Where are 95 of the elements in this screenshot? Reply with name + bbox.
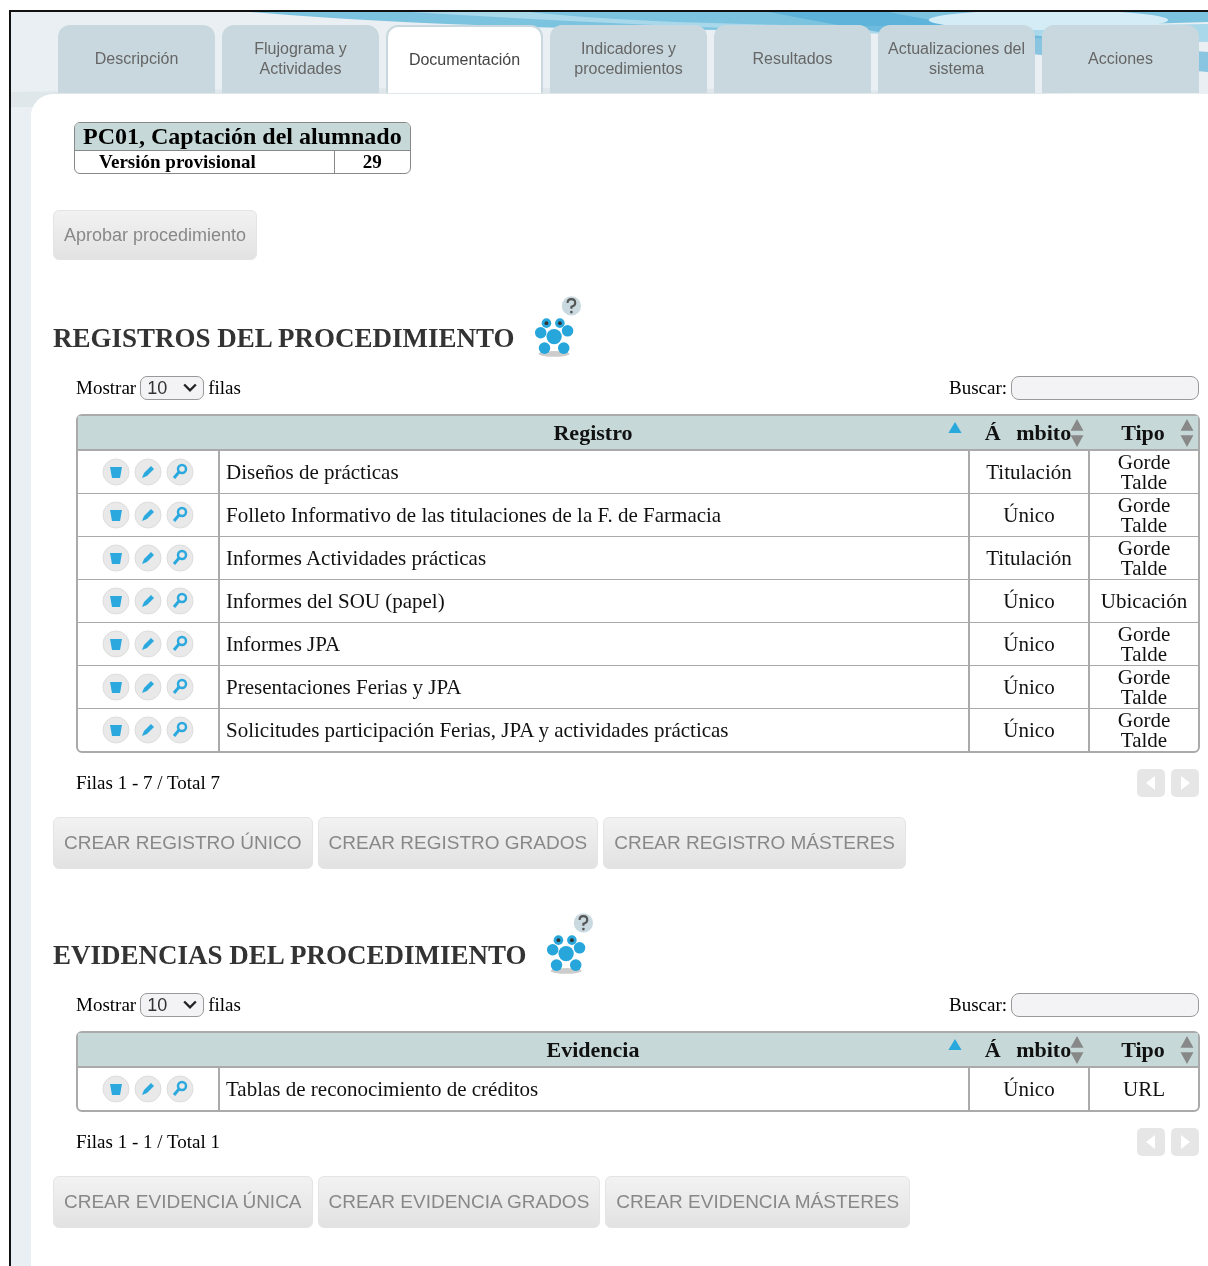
- column-header[interactable]: Evidencia: [218, 1033, 968, 1068]
- delete-icon[interactable]: [102, 587, 130, 615]
- table-cell: Gorde Talde: [1088, 493, 1198, 536]
- tab[interactable]: Resultados: [714, 25, 871, 93]
- version-label: Versión provisional: [75, 151, 335, 173]
- create-button[interactable]: CREAR REGISTRO ÚNICO: [53, 817, 313, 869]
- tab[interactable]: Flujograma y Actividades: [222, 25, 379, 93]
- column-header[interactable]: Á mbito: [968, 1033, 1088, 1068]
- edit-icon[interactable]: [134, 587, 162, 615]
- create-button[interactable]: CREAR REGISTRO MÁSTERES: [603, 817, 906, 869]
- search-label: Buscar:: [948, 994, 1007, 1016]
- delete-icon[interactable]: [102, 458, 130, 486]
- search-label: Buscar:: [948, 377, 1007, 399]
- delete-icon[interactable]: [102, 1075, 130, 1103]
- search-icon[interactable]: [166, 630, 194, 658]
- search-icon[interactable]: [166, 544, 194, 572]
- table-cell: Único: [968, 579, 1088, 622]
- show-label: Mostrar: [76, 377, 137, 399]
- edit-icon[interactable]: [134, 544, 162, 572]
- table-cell: Presentaciones Ferias y JPA: [218, 665, 968, 708]
- sort-icon[interactable]: [1070, 419, 1084, 447]
- tab[interactable]: Indicadores y procedimientos: [550, 25, 707, 93]
- table-cell: Informes del SOU (papel): [218, 579, 968, 622]
- table-cell: Gorde Talde: [1088, 451, 1198, 493]
- version-number: 29: [361, 151, 383, 173]
- rows-label: filas: [208, 994, 241, 1016]
- create-button[interactable]: CREAR REGISTRO GRADOS: [317, 817, 599, 869]
- column-header[interactable]: Á mbito: [968, 416, 1088, 451]
- delete-icon[interactable]: [102, 501, 130, 529]
- rows-info: Filas 1 - 7 / Total 7: [76, 772, 220, 794]
- edit-icon[interactable]: [134, 458, 162, 486]
- table-cell: Único: [968, 622, 1088, 665]
- search-icon[interactable]: [166, 673, 194, 701]
- search-field[interactable]: [1011, 993, 1199, 1017]
- table-cell: Solicitudes participación Ferias, JPA y actividades prácticas: [218, 708, 968, 751]
- help-mascot-icon[interactable]: [532, 296, 581, 358]
- edit-icon[interactable]: [134, 1075, 162, 1103]
- approve-button[interactable]: Aprobar procedimiento: [53, 210, 258, 260]
- table-cell: Diseños de prácticas: [218, 451, 968, 493]
- table-cell: Único: [968, 1068, 1088, 1110]
- tab[interactable]: Documentación: [386, 25, 543, 93]
- table-cell: Titulación: [968, 451, 1088, 493]
- create-button[interactable]: CREAR EVIDENCIA GRADOS: [317, 1176, 601, 1228]
- table-cell: Informes Actividades prácticas: [218, 536, 968, 579]
- sort-icon[interactable]: [1180, 419, 1194, 447]
- page-size-select[interactable]: 10: [140, 376, 205, 400]
- sort-ascending-icon[interactable]: [948, 422, 962, 433]
- search-icon[interactable]: [166, 1075, 194, 1103]
- edit-icon[interactable]: [134, 673, 162, 701]
- table-cell: Folleto Informativo de las titulaciones de la F. de Farmacia: [218, 493, 968, 536]
- table-cell: Gorde Talde: [1088, 708, 1198, 751]
- delete-icon[interactable]: [102, 673, 130, 701]
- create-button[interactable]: CREAR EVIDENCIA ÚNICA: [53, 1176, 313, 1228]
- sort-icon[interactable]: [1070, 1036, 1084, 1064]
- search-icon[interactable]: [166, 716, 194, 744]
- section-title: REGISTROS DEL PROCEDIMIENTO: [53, 323, 515, 354]
- search-field[interactable]: [1011, 376, 1199, 400]
- page-size-select[interactable]: 10: [140, 993, 205, 1017]
- sort-ascending-icon[interactable]: [948, 1039, 962, 1050]
- table-cell: URL: [1088, 1068, 1198, 1110]
- edit-icon[interactable]: [134, 630, 162, 658]
- table-cell: Gorde Talde: [1088, 536, 1198, 579]
- table-cell: Gorde Talde: [1088, 622, 1198, 665]
- sort-icon[interactable]: [1180, 1036, 1194, 1064]
- create-button[interactable]: CREAR EVIDENCIA MÁSTERES: [605, 1176, 911, 1228]
- search-icon[interactable]: [166, 458, 194, 486]
- edit-icon[interactable]: [134, 501, 162, 529]
- delete-icon[interactable]: [102, 630, 130, 658]
- rows-label: filas: [208, 377, 241, 399]
- section-title: EVIDENCIAS DEL PROCEDIMIENTO: [53, 940, 527, 971]
- chevron-icon: [183, 1000, 198, 1010]
- search-icon[interactable]: [166, 501, 194, 529]
- column-header[interactable]: Tipo: [1088, 1033, 1198, 1068]
- delete-icon[interactable]: [102, 544, 130, 572]
- table-cell: Ubicación: [1088, 579, 1198, 622]
- table-cell: Único: [968, 665, 1088, 708]
- show-label: Mostrar: [76, 994, 137, 1016]
- rows-info: Filas 1 - 1 / Total 1: [76, 1131, 220, 1153]
- search-icon[interactable]: [166, 587, 194, 615]
- delete-icon[interactable]: [102, 716, 130, 744]
- tab[interactable]: Acciones: [1042, 25, 1199, 93]
- help-mascot-icon[interactable]: [544, 913, 593, 975]
- tab[interactable]: Actualizaciones del sistema: [878, 25, 1035, 93]
- edit-icon[interactable]: [134, 716, 162, 744]
- procedure-title: PC01, Captación del alumnado: [75, 123, 410, 151]
- chevron-icon: [183, 383, 198, 393]
- tab[interactable]: Descripción: [58, 25, 215, 93]
- table-cell: Titulación: [968, 536, 1088, 579]
- table-cell: Informes JPA: [218, 622, 968, 665]
- column-header[interactable]: Registro: [218, 416, 968, 451]
- table-cell: Único: [968, 493, 1088, 536]
- table-cell: Único: [968, 708, 1088, 751]
- table-cell: Gorde Talde: [1088, 665, 1198, 708]
- table-cell: Tablas de reconocimiento de créditos: [218, 1068, 968, 1110]
- column-header[interactable]: Tipo: [1088, 416, 1198, 451]
